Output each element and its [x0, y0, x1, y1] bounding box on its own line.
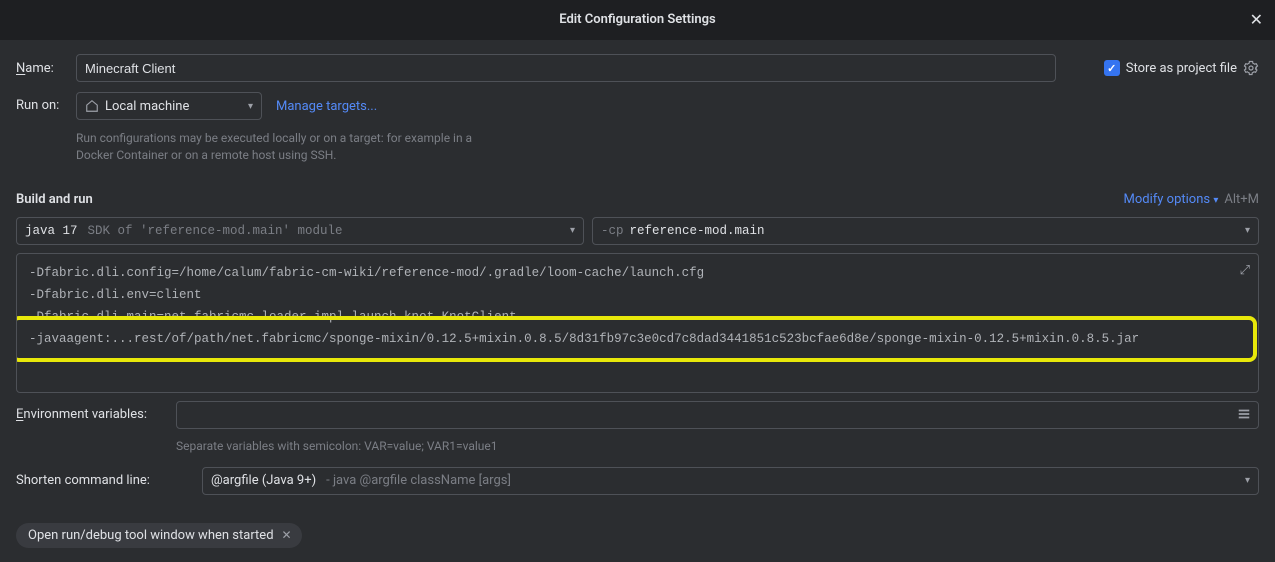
- env-label: Environment variables:: [16, 407, 176, 422]
- vm-options-text: -Dfabric.dli.config=/home/calum/fabric-c…: [29, 266, 1139, 346]
- sdk-hint: SDK of 'reference-mod.main' module: [88, 224, 343, 238]
- check-icon: ✓: [1107, 62, 1116, 75]
- list-icon[interactable]: [1237, 407, 1251, 421]
- classpath-field[interactable]: -cp reference-mod.main ▾: [592, 217, 1259, 245]
- name-input[interactable]: [76, 54, 1056, 82]
- shorten-row: Shorten command line: @argfile (Java 9+)…: [16, 467, 1259, 495]
- store-as-project-group: ✓ Store as project file: [1104, 60, 1259, 76]
- runon-value: Local machine: [105, 99, 189, 114]
- chevron-down-icon: ▾: [1245, 225, 1250, 237]
- home-icon: [85, 99, 99, 113]
- name-row: Name: ✓ Store as project file: [16, 54, 1259, 82]
- vm-options-textarea[interactable]: ⤢ -Dfabric.dli.config=/home/calum/fabric-…: [16, 253, 1259, 393]
- chevron-down-icon: ▾: [248, 101, 253, 112]
- dialog-header: Edit Configuration Settings ✕: [0, 0, 1275, 40]
- runon-label: Run on:: [16, 92, 76, 113]
- chip-label: Open run/debug tool window when started: [28, 528, 274, 543]
- chevron-down-icon: ▾: [570, 225, 575, 237]
- close-icon[interactable]: ✕: [1250, 10, 1263, 29]
- modify-options-group: Modify options ▾ Alt+M: [1124, 192, 1259, 207]
- buildrun-title: Build and run: [16, 192, 93, 207]
- expand-icon[interactable]: ⤢: [1240, 260, 1250, 282]
- shorten-value: @argfile (Java 9+): [211, 473, 316, 488]
- dialog-title: Edit Configuration Settings: [559, 12, 715, 27]
- sdk-value: java 17: [25, 224, 78, 238]
- env-input[interactable]: [176, 401, 1259, 429]
- gear-icon[interactable]: [1243, 60, 1259, 76]
- manage-targets-link[interactable]: Manage targets...: [276, 99, 377, 114]
- shorten-hint: - java @argfile className [args]: [326, 473, 511, 488]
- env-row: Environment variables:: [16, 401, 1259, 429]
- store-checkbox[interactable]: ✓: [1104, 60, 1120, 76]
- chevron-down-icon: ▾: [1245, 475, 1250, 486]
- close-icon[interactable]: ✕: [282, 528, 292, 542]
- cp-flag: -cp: [601, 224, 624, 238]
- shorten-dropdown[interactable]: @argfile (Java 9+) - java @argfile class…: [202, 467, 1259, 495]
- modify-shortcut: Alt+M: [1224, 192, 1259, 207]
- runon-dropdown[interactable]: Local machine ▾: [76, 92, 262, 120]
- name-label: Name:: [16, 61, 76, 76]
- open-tool-window-chip[interactable]: Open run/debug tool window when started …: [16, 523, 302, 548]
- sdk-dropdown[interactable]: java 17 SDK of 'reference-mod.main' modu…: [16, 217, 584, 245]
- shorten-label: Shorten command line:: [16, 473, 202, 488]
- buildrun-header: Build and run Modify options ▾ Alt+M: [16, 192, 1259, 207]
- runon-hint: Run configurations may be executed local…: [76, 130, 476, 164]
- dialog-content: Name: ✓ Store as project file Run on: Lo…: [0, 40, 1275, 562]
- sdk-cp-row: java 17 SDK of 'reference-mod.main' modu…: [16, 217, 1259, 245]
- store-label: Store as project file: [1126, 61, 1237, 76]
- modify-options-link[interactable]: Modify options ▾: [1124, 192, 1219, 207]
- env-hint: Separate variables with semicolon: VAR=v…: [176, 439, 1259, 453]
- runon-row: Run on: Local machine ▾ Manage targets..…: [16, 92, 1259, 120]
- cp-value: reference-mod.main: [630, 224, 765, 238]
